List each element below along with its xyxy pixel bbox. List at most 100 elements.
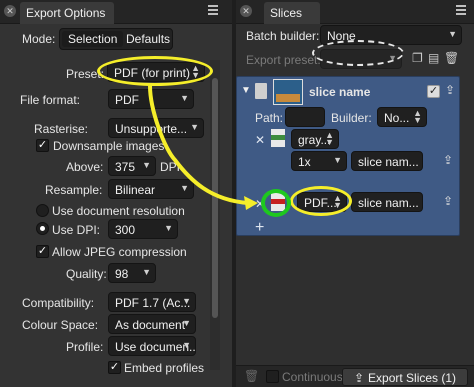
- file-icon-band: [271, 199, 285, 204]
- updown-arrow-icon: ▲ ▼: [333, 193, 342, 210]
- copy-preset-icon[interactable]: ❐: [412, 51, 423, 65]
- colour-space-dropdown[interactable]: As document ▼: [108, 314, 196, 334]
- export-slices-button[interactable]: ⇪ Export Slices (1): [342, 368, 468, 386]
- format-dropdown-1[interactable]: gray... ▲ ▼: [291, 129, 339, 149]
- compatibility-dropdown[interactable]: PDF 1.7 (Ac... ▼: [108, 292, 196, 312]
- compatibility-value: PDF 1.7 (Ac...: [115, 296, 191, 310]
- chevron-down-icon: ▼: [388, 53, 397, 63]
- close-icon[interactable]: ✕: [4, 5, 16, 17]
- batch-builder-dropdown[interactable]: None ▼: [320, 25, 462, 45]
- rasterise-value: Unsupporte...: [115, 122, 188, 136]
- batch-builder-value: None: [327, 29, 356, 43]
- slice-card: ▼ slice name ✓ ⇪ Path: Builder: No... ▲ ▼…: [236, 76, 460, 236]
- scrollbar-thumb[interactable]: [212, 78, 218, 318]
- above-field[interactable]: 375 ▼: [108, 156, 156, 176]
- remove-format-icon[interactable]: ✕: [255, 133, 265, 147]
- chevron-down-icon: ▼: [182, 318, 191, 328]
- continuous-checkbox[interactable]: [266, 370, 279, 383]
- slice-name-field-1[interactable]: slice nam...: [351, 151, 423, 171]
- format-dropdown-2[interactable]: PDF... ▲ ▼: [297, 192, 347, 212]
- mode-selection-option[interactable]: Selection: [62, 31, 124, 47]
- embed-profiles-checkbox[interactable]: ✓: [108, 361, 121, 374]
- rasterise-label: Rasterise:: [34, 122, 89, 136]
- chevron-down-icon: ▼: [142, 267, 151, 277]
- downsample-label: Downsample images: [53, 139, 165, 153]
- chevron-down-icon: ▼: [180, 183, 189, 193]
- chevron-down-icon: ▼: [190, 122, 199, 132]
- preset-dropdown[interactable]: PDF (for print) ▲ ▼: [107, 62, 205, 82]
- export-slices-label: Export Slices (1): [368, 371, 457, 385]
- above-value: 375: [115, 160, 136, 174]
- chevron-down-icon: ▼: [182, 296, 191, 306]
- chevron-down-icon: ▼: [333, 155, 342, 165]
- chevron-down-icon: ▼: [448, 29, 457, 39]
- profile-dropdown[interactable]: Use documen... ▼: [108, 336, 196, 356]
- preset-label: Preset:: [65, 67, 104, 81]
- resample-label: Resample:: [45, 183, 103, 197]
- slice-name-field-1-value: slice nam...: [358, 155, 419, 169]
- chevron-down-icon: ▼: [142, 160, 151, 170]
- profile-label: Profile:: [66, 340, 104, 354]
- use-document-resolution-radio[interactable]: [36, 204, 49, 217]
- add-format-icon[interactable]: +: [255, 219, 264, 237]
- save-preset-icon[interactable]: ▤: [428, 51, 439, 65]
- colour-space-label: Colour Space:: [22, 318, 99, 332]
- resample-dropdown[interactable]: Bilinear ▼: [108, 179, 194, 199]
- export-options-panel: ✕ Export Options Mode: Selection Default…: [0, 0, 232, 387]
- format-value-2: PDF...: [304, 196, 337, 210]
- use-dpi-radio[interactable]: [36, 222, 49, 235]
- slices-tabbar: ✕ Slices: [236, 0, 474, 24]
- tab-slices[interactable]: Slices: [264, 2, 320, 24]
- quality-label: Quality:: [66, 267, 107, 281]
- export-options-tabbar: ✕ Export Options: [0, 0, 232, 24]
- chevron-down-icon: ▼: [180, 93, 189, 103]
- scale-dropdown[interactable]: 1x ▼: [291, 151, 347, 171]
- options-scrollbar[interactable]: [210, 60, 220, 370]
- quality-field[interactable]: 98 ▼: [108, 263, 156, 283]
- allow-jpeg-checkbox[interactable]: ✓: [36, 245, 49, 258]
- export-preset-label: Export preset:: [246, 53, 321, 67]
- path-field[interactable]: [285, 107, 325, 127]
- builder-dropdown[interactable]: No... ▲ ▼: [377, 107, 427, 127]
- allow-jpeg-label: Allow JPEG compression: [52, 245, 187, 259]
- share-icon[interactable]: ⇪: [445, 83, 455, 97]
- resample-value: Bilinear: [115, 183, 156, 197]
- file-format-dropdown[interactable]: PDF ▼: [108, 89, 194, 109]
- file-format-value: PDF: [115, 93, 139, 107]
- dpi-unit-label: DPI: [160, 160, 181, 174]
- continuous-label: Continuous: [282, 370, 343, 384]
- mode-label: Mode:: [22, 32, 56, 46]
- delete-preset-icon[interactable]: 🗑: [444, 51, 459, 65]
- preset-value: PDF (for print): [114, 66, 191, 80]
- trash-icon[interactable]: 🗑: [244, 369, 259, 383]
- expand-triangle-icon[interactable]: ▼: [241, 85, 251, 96]
- share-icon[interactable]: ⇪: [443, 153, 453, 167]
- share-icon[interactable]: ⇪: [443, 194, 453, 208]
- panel-menu-icon[interactable]: [456, 5, 470, 17]
- quality-value: 98: [115, 267, 129, 281]
- batch-builder-label: Batch builder:: [246, 29, 320, 43]
- panel-menu-icon[interactable]: [208, 5, 222, 17]
- export-preset-dropdown[interactable]: ▼: [320, 49, 402, 69]
- builder-label: Builder:: [331, 111, 372, 125]
- use-document-resolution-label: Use document resolution: [52, 204, 185, 218]
- slice-export-checkbox[interactable]: ✓: [427, 85, 440, 98]
- use-dpi-field[interactable]: 300 ▼: [108, 219, 178, 239]
- updown-arrow-icon: ▲ ▼: [413, 108, 422, 125]
- updown-arrow-icon: ▲ ▼: [325, 130, 334, 147]
- close-icon[interactable]: ✕: [240, 5, 252, 17]
- chevron-down-icon: ▼: [182, 340, 191, 350]
- remove-format-icon[interactable]: ✕: [255, 197, 265, 211]
- tab-export-options[interactable]: Export Options: [20, 2, 114, 24]
- rasterise-dropdown[interactable]: Unsupporte... ▼: [108, 118, 204, 138]
- compatibility-label: Compatibility:: [22, 296, 95, 310]
- jpeg-file-icon: [271, 129, 285, 147]
- scale-value: 1x: [298, 155, 311, 169]
- slices-bottom-bar: 🗑 Continuous ⇪ Export Slices (1): [236, 365, 474, 387]
- mode-defaults-option[interactable]: Defaults: [120, 31, 176, 47]
- updown-arrow-icon: ▲ ▼: [191, 63, 200, 80]
- file-icon-band: [271, 135, 285, 140]
- downsample-checkbox[interactable]: ✓: [36, 139, 49, 152]
- slice-name-field-2[interactable]: slice nam...: [351, 192, 423, 212]
- thumbnail-detail: [276, 94, 300, 102]
